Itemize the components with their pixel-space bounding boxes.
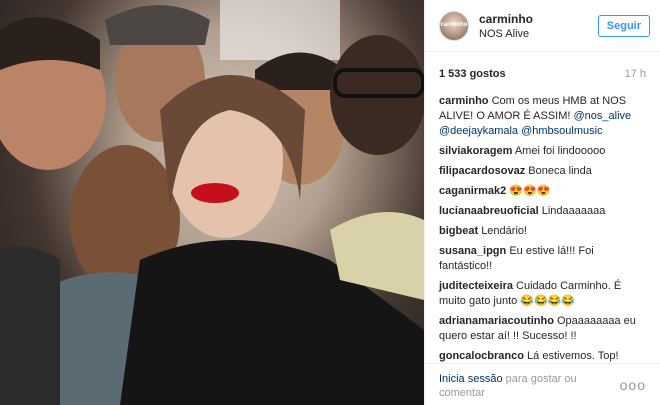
selfie-illustration: [0, 0, 424, 405]
comment-footer: Inicia sessão para gostar ou comentar oo…: [425, 363, 660, 405]
author-info: carminho NOS Alive: [479, 12, 598, 40]
comment-text: Boneca linda: [528, 165, 592, 177]
caption-line2: O AMOR É ASSIM!: [476, 110, 571, 122]
comment-row: lucianaabreuoficial Lindaaaaaaa: [439, 204, 646, 219]
follow-button[interactable]: Seguir: [597, 14, 650, 37]
post-location[interactable]: NOS Alive: [479, 28, 598, 40]
comment-row: goncalocbranco Lá estivemos. Top!: [439, 349, 646, 364]
comment-user[interactable]: caganirmak2: [439, 185, 506, 197]
author-username[interactable]: carminho: [479, 12, 598, 26]
more-options-icon[interactable]: ooo: [620, 378, 646, 392]
comment-user[interactable]: juditecteixeira: [439, 280, 513, 292]
comment-user[interactable]: silviakoragem: [439, 145, 512, 157]
post-sidebar: carminho carminho NOS Alive Seguir 1 533…: [424, 0, 660, 405]
comment-row: juditecteixeira Cuidado Carminho. É muit…: [439, 279, 646, 309]
comment-user[interactable]: goncalocbranco: [439, 350, 524, 362]
comment-row: susana_ipgn Eu estive lá!!! Foi fantásti…: [439, 244, 646, 274]
comments-list: carminho Com os meus HMB at NOS ALIVE! O…: [425, 80, 660, 364]
comment-user[interactable]: adrianamariacoutinho: [439, 315, 554, 327]
post-photo[interactable]: [0, 0, 424, 405]
post-header: carminho carminho NOS Alive Seguir: [425, 0, 660, 52]
avatar-label: carminho: [440, 21, 468, 28]
comment-text: 😍😍😍: [509, 185, 551, 197]
comment-row: silviakoragem Amei foi lindooooo: [439, 144, 646, 159]
comment-user[interactable]: susana_ipgn: [439, 245, 506, 257]
comment-text: Lindaaaaaaa: [541, 205, 606, 217]
comment-text: Lendário!: [481, 225, 528, 237]
comment-row: adrianamariacoutinho Opaaaaaaaa eu quero…: [439, 314, 646, 344]
caption-user[interactable]: carminho: [439, 95, 489, 107]
login-prompt: Inicia sessão para gostar ou comentar: [439, 372, 620, 400]
likes-count[interactable]: 1 533 gostos: [439, 68, 506, 80]
comment-user[interactable]: bigbeat: [439, 225, 478, 237]
mention-nos-alive[interactable]: @nos_alive: [574, 110, 632, 122]
post-time: 17 h: [624, 68, 646, 80]
comment-text: Lá estivemos. Top!: [527, 350, 619, 362]
instagram-post: carminho carminho NOS Alive Seguir 1 533…: [0, 0, 660, 405]
mention-deejaykamala[interactable]: @deejaykamala: [439, 125, 518, 137]
caption: carminho Com os meus HMB at NOS ALIVE! O…: [439, 94, 646, 139]
comment-row: filipacardosovaz Boneca linda: [439, 164, 646, 179]
comment-row: bigbeat Lendário!: [439, 224, 646, 239]
mention-hmbsoulmusic[interactable]: @hmbsoulmusic: [521, 125, 602, 137]
avatar[interactable]: carminho: [439, 10, 469, 41]
post-meta: 1 533 gostos 17 h: [425, 52, 660, 80]
comment-user[interactable]: lucianaabreuoficial: [439, 205, 539, 217]
login-link[interactable]: Inicia sessão: [439, 373, 503, 385]
comment-user[interactable]: filipacardosovaz: [439, 165, 525, 177]
comment-row: caganirmak2 😍😍😍: [439, 184, 646, 199]
comment-text: Amei foi lindooooo: [514, 145, 606, 157]
